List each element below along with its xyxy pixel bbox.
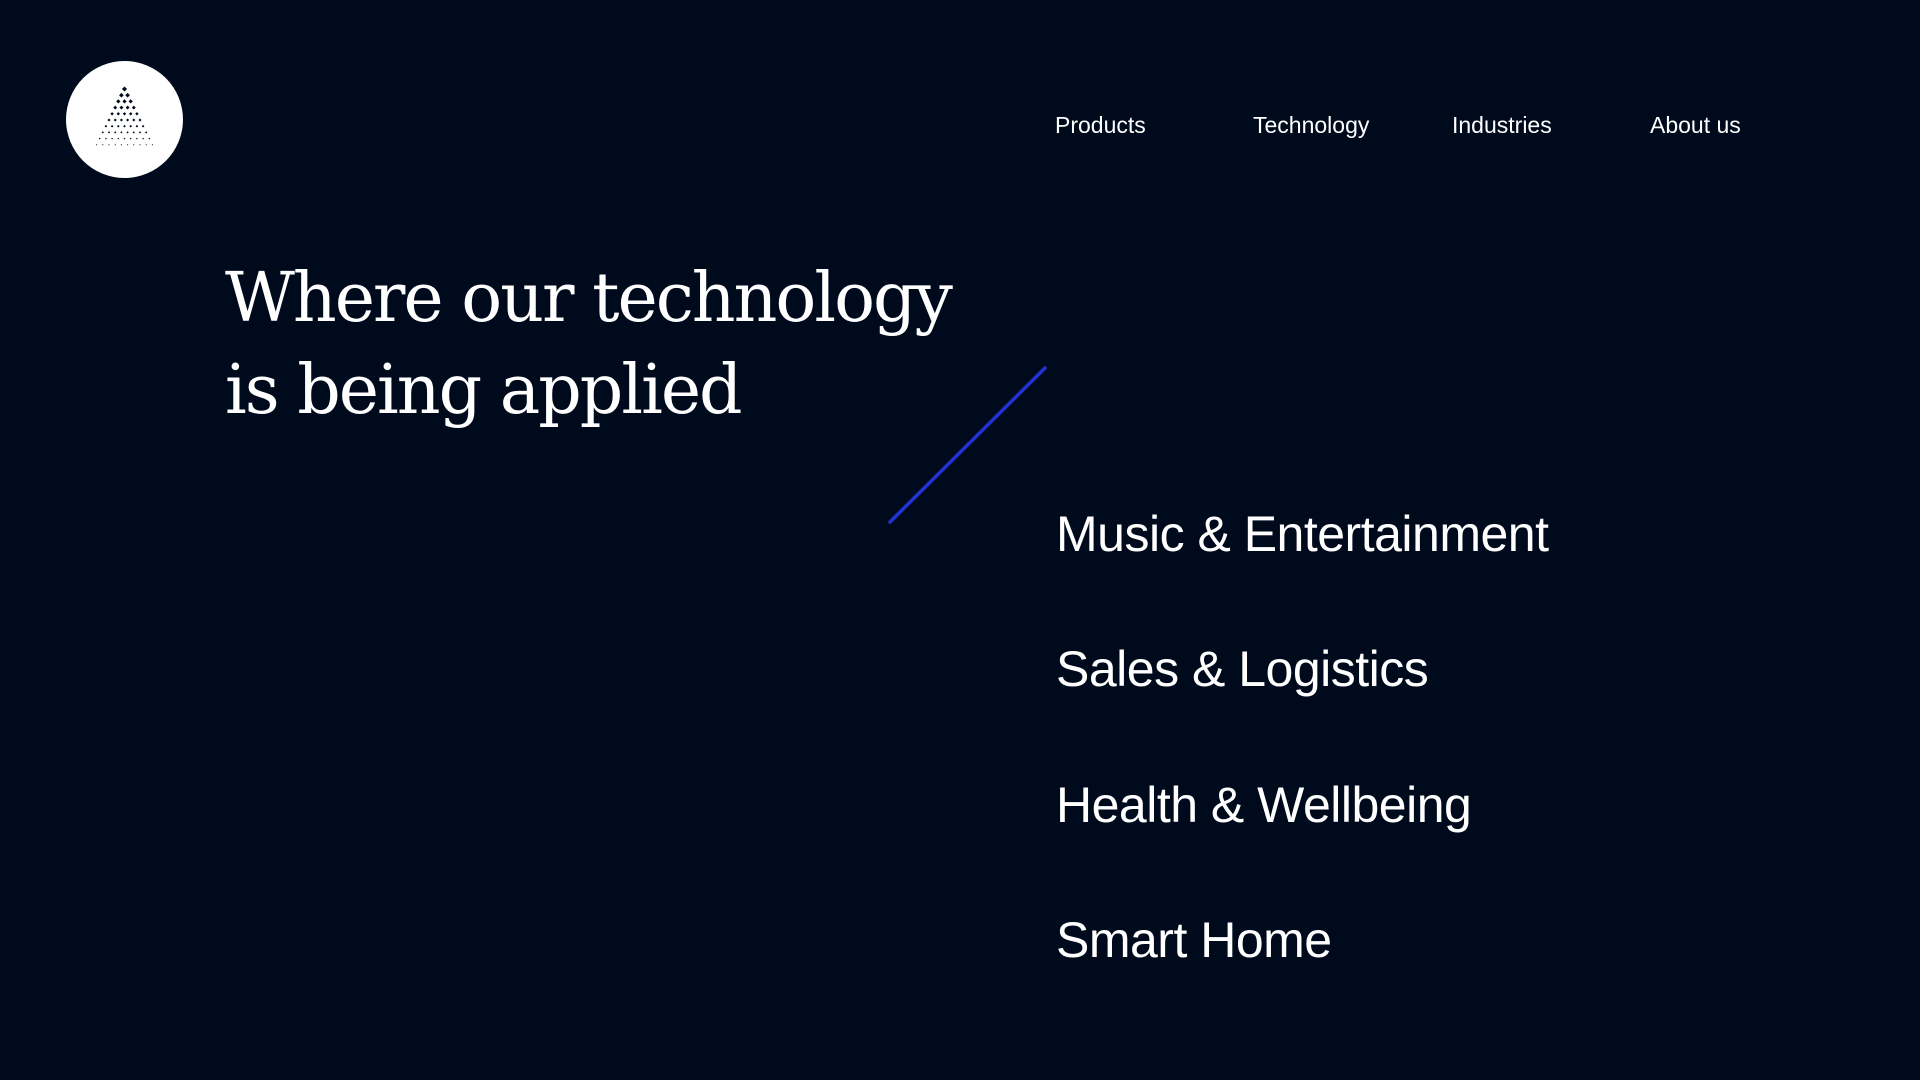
dotted-pyramid-logo-icon [95,86,154,146]
logo-dot [148,137,151,140]
accent-line [888,366,1047,524]
logo-dot [138,118,142,122]
page-title-line-1: Where our technology [225,259,953,338]
logo-dot [116,99,121,104]
logo-dot [133,144,135,146]
logo-dot [110,124,114,128]
logo-dot [125,105,130,110]
logo-dot [111,137,114,140]
nav-industries[interactable]: Industries [1452,110,1552,140]
logo-dot [132,118,136,122]
logo-dot [114,131,117,134]
logo-dot [145,131,148,134]
logo-dot [98,137,101,140]
logo-dot [135,137,138,140]
logo-dot [128,112,133,116]
logo-dot [131,105,136,110]
logo-dot [108,144,110,146]
logo-dot [104,124,108,128]
nav-technology[interactable]: Technology [1253,110,1369,140]
logo-dot [121,86,128,92]
industry-smart-home[interactable]: Smart Home [1056,908,1332,972]
logo-dot [145,144,147,146]
page-title-line-2: is being applied [225,351,743,430]
logo-dot [102,144,104,146]
logo-dot [142,137,145,140]
nav-products[interactable]: Products [1055,110,1146,140]
logo-dot [123,137,126,140]
logo-dot [119,92,124,98]
logo-dot [120,131,123,134]
logo-dot [114,144,116,146]
logo-dot [135,124,139,128]
logo-dot [113,118,117,122]
industry-music-entertainment[interactable]: Music & Entertainment [1056,502,1549,566]
logo-dot [132,131,135,134]
logo-dot [116,124,120,128]
logo-dot [126,118,130,122]
logo-dot [123,124,126,128]
logo-dot [141,124,145,128]
industry-sales-logistics[interactable]: Sales & Logistics [1056,637,1429,701]
logo-dot [107,118,111,122]
logo-dot [120,144,123,146]
nav-about-us[interactable]: About us [1650,110,1741,140]
logo-dot [122,99,127,104]
logo-dot [113,105,118,110]
logo-dot [151,144,154,146]
logo-dot [139,144,141,146]
logo-dot [138,131,142,134]
logo-dot [126,131,129,134]
logo-dot [128,99,133,104]
page-title: Where our technology is being applied [225,253,953,437]
logo-dot [110,112,114,116]
logo-dot [95,144,98,146]
logo-dot [119,105,124,110]
industry-health-wellbeing[interactable]: Health & Wellbeing [1056,773,1472,837]
logo-dot [135,112,139,116]
logo-dot [129,124,133,128]
logo-dot [101,131,104,134]
logo-dot [119,118,123,122]
logo-dot [104,137,107,140]
logo-dot [125,92,130,98]
logo-dot [122,112,127,116]
logo-dot [116,112,121,116]
logo-dot [117,137,120,140]
logo-dot [107,131,111,134]
logo-dot [129,137,132,140]
logo[interactable] [66,61,183,178]
logo-dot [126,144,129,146]
